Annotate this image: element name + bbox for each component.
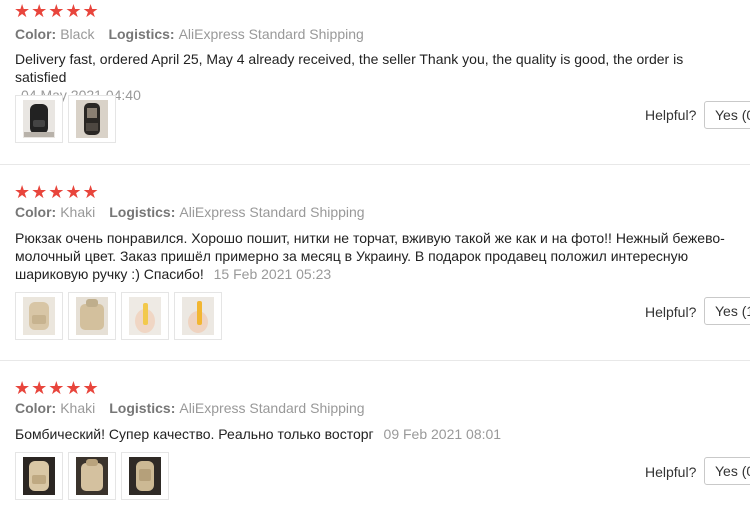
helpful-yes-button[interactable]: Yes (0) (704, 101, 750, 129)
review-photo[interactable] (68, 452, 116, 500)
helpful-label: Helpful? (645, 304, 697, 320)
review-photo[interactable] (15, 452, 63, 500)
color-label: Color: (15, 26, 57, 42)
review-text: Delivery fast, ordered April 25, May 4 a… (15, 50, 730, 104)
review-photo[interactable] (68, 95, 116, 143)
color-label: Color: (15, 204, 57, 220)
review-text: Рюкзак очень понравился. Хорошо пошит, н… (15, 229, 730, 283)
logistics-label: Logistics: (109, 400, 176, 416)
rating-stars: ★★★★★ (14, 182, 100, 202)
logistics-value: AliExpress Standard Shipping (178, 26, 364, 42)
rating-stars: ★★★★★ (14, 1, 100, 21)
review-photo[interactable] (68, 292, 116, 340)
rating-stars: ★★★★★ (14, 378, 100, 398)
helpful-yes-button[interactable]: Yes (1) (704, 297, 750, 325)
review-body: Delivery fast, ordered April 25, May 4 a… (15, 51, 684, 85)
review-item: ★★★★★ Color: Khaki Logistics: AliExpress St… (0, 361, 750, 514)
logistics-value: AliExpress Standard Shipping (179, 204, 365, 220)
helpful-yes-button[interactable]: Yes (0) (704, 457, 750, 485)
review-meta: Color: Khaki Logistics: AliExpress Standard… (15, 400, 365, 416)
review-item: ★★★★★ Color: Khaki Logistics: AliExpress St… (0, 165, 750, 361)
color-value: Khaki (60, 400, 96, 416)
review-photo[interactable] (174, 292, 222, 340)
review-item: ★★★★★ Color: Black Logistics: AliExpress St… (0, 0, 750, 165)
review-photos (15, 95, 116, 143)
review-photo[interactable] (121, 292, 169, 340)
color-label: Color: (15, 400, 57, 416)
review-photo[interactable] (15, 292, 63, 340)
review-photos (15, 452, 169, 500)
logistics-value: AliExpress Standard Shipping (179, 400, 365, 416)
review-date: 09 Feb 2021 08:01 (383, 426, 502, 442)
color-value: Khaki (60, 204, 96, 220)
review-photo[interactable] (15, 95, 63, 143)
review-meta: Color: Khaki Logistics: AliExpress Standard… (15, 204, 365, 220)
review-photo[interactable] (121, 452, 169, 500)
review-photos (15, 292, 222, 340)
review-body: Бомбический! Супер качество. Реально тол… (15, 426, 374, 442)
review-text: Бомбический! Супер качество. Реально тол… (15, 425, 730, 443)
review-body: Рюкзак очень понравился. Хорошо пошит, н… (15, 230, 725, 282)
color-value: Black (60, 26, 95, 42)
review-meta: Color: Black Logistics: AliExpress Standard… (15, 26, 364, 42)
logistics-label: Logistics: (108, 26, 175, 42)
logistics-label: Logistics: (109, 204, 176, 220)
helpful-label: Helpful? (645, 107, 697, 123)
review-date: 15 Feb 2021 05:23 (213, 266, 332, 282)
helpful-label: Helpful? (645, 464, 697, 480)
